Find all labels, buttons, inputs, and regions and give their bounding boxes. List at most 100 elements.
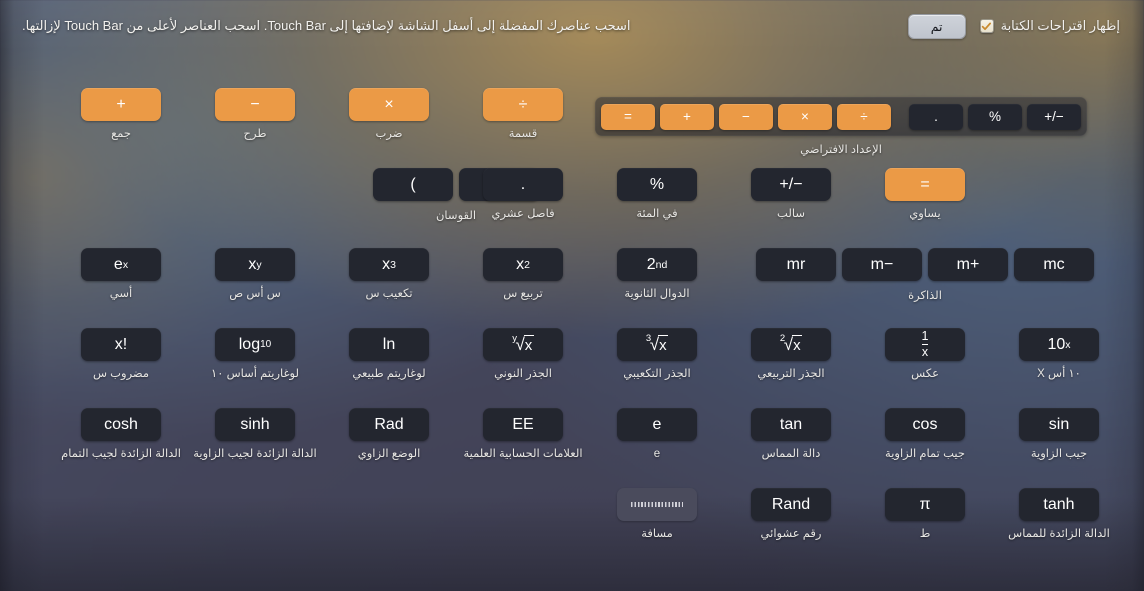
key-decimal-point[interactable]: . (483, 168, 563, 201)
radical-glyph: y √ x (512, 333, 534, 354)
key-log-base-10[interactable]: log 10 (215, 328, 295, 361)
key-e-to-the-x[interactable]: ex (81, 248, 161, 281)
key-glyph: × (801, 108, 809, 124)
touchbar-customize-window: تم إظهار اقتراحات الكتابة اسحب عناصرك ال… (0, 0, 1144, 591)
key-glyph: % (649, 175, 665, 193)
palette-cell-random: Rand رقم عشوائي (751, 488, 831, 541)
palette-cell-log-base-10: log 10 لوغاريتم أساس ١٠ (211, 328, 299, 381)
key-cosine[interactable]: cos (885, 408, 965, 441)
spacer-dots-icon (630, 502, 684, 507)
key-factorial[interactable]: x! (81, 328, 161, 361)
key-equals[interactable]: = (885, 168, 965, 201)
key-euler-number[interactable]: e (617, 408, 697, 441)
key-glyph: − (250, 95, 260, 113)
key-multiplication[interactable]: × (349, 88, 429, 121)
header-controls: تم إظهار اقتراحات الكتابة (907, 13, 1120, 39)
key-natural-log[interactable]: ln (349, 328, 429, 361)
key-pi[interactable]: π (885, 488, 965, 521)
palette-cell-label: ط (919, 528, 931, 540)
key-nth-root[interactable]: y √ x (483, 328, 563, 361)
key-cosh[interactable]: cosh (81, 408, 161, 441)
palette-cell-label: الجذر التكعيبي (623, 368, 691, 380)
palette-cell-sinh: sinh الدالة الزائدة لجيب الزاوية (193, 408, 317, 461)
palette-cell-label: الدوال الثانوية (624, 288, 690, 300)
key-division[interactable]: ÷ (483, 88, 563, 121)
key-glyph: x (248, 255, 257, 273)
typing-suggestions-checkbox[interactable]: إظهار اقتراحات الكتابة (979, 18, 1120, 34)
palette-cell-label: الجذر التربيعي (757, 368, 825, 380)
key-cluster-memory: mr m− m+ mc الذاكرة (756, 248, 1094, 302)
palette-cell-sign-toggle: +/− سالب (751, 168, 831, 221)
key-random[interactable]: Rand (751, 488, 831, 521)
key-addition[interactable]: + (81, 88, 161, 121)
key-reciprocal[interactable]: 1x (885, 328, 965, 361)
palette-cell-label: يساوي (909, 208, 941, 220)
key-glyph: cosh (104, 415, 138, 433)
key-memory-recall[interactable]: mr (756, 248, 836, 281)
touchbar-preset-label: الإعداد الافتراضي (800, 144, 882, 156)
key-memory-clear[interactable]: mc (1014, 248, 1094, 281)
key-angle-mode-rad[interactable]: Rad (349, 408, 429, 441)
key-spacer[interactable] (617, 488, 697, 521)
done-button[interactable]: تم (907, 13, 966, 39)
touchbar-key-multiply[interactable]: × (778, 103, 832, 130)
key-sinh[interactable]: sinh (215, 408, 295, 441)
key-glyph: Rad (374, 415, 404, 433)
key-tangent[interactable]: tan (751, 408, 831, 441)
radical-glyph: 3 √ x (645, 333, 669, 354)
touchbar-key-decimal-point[interactable]: . (909, 103, 963, 130)
key-glyph: . (520, 175, 526, 193)
touchbar-key-plus[interactable]: + (660, 103, 714, 130)
palette-cell-ten-to-the-x: 10 x ١٠ أس X (1019, 328, 1099, 381)
key-subtraction[interactable]: − (215, 88, 295, 121)
palette-cell-label: الدالة الزائدة للمماس (1008, 528, 1110, 540)
key-glyph: ( (410, 175, 416, 193)
palette-cell-equals: = يساوي (885, 168, 965, 221)
palette-cell-label: مسافة (641, 528, 673, 540)
key-open-paren[interactable]: ( (373, 168, 453, 201)
touchbar-key-minus[interactable]: − (719, 103, 773, 130)
key-square-root[interactable]: 2 √ x (751, 328, 831, 361)
touchbar-key-percent[interactable]: % (968, 103, 1022, 130)
key-second-functions[interactable]: 2nd (617, 248, 697, 281)
key-glyph: = (920, 175, 930, 193)
touchbar-strip[interactable]: = + − × ÷.% +/− (595, 97, 1087, 136)
palette-row: e x أسي x y س أس ص x 3 تكعيب س x 2 تربيع س 2nd الدوال… (18, 248, 1126, 328)
palette-cell-label: جيب تمام الزاوية (885, 448, 965, 460)
palette-cell-label: الدالة الزائدة لجيب الزاوية (193, 448, 317, 460)
key-ten-to-the-x[interactable]: 10 x (1019, 328, 1099, 361)
palette-cell-decimal-point: . فاصل عشري (483, 168, 563, 221)
palette-cell-addition: + جمع (81, 88, 161, 141)
key-x-to-the-y[interactable]: xy (215, 248, 295, 281)
palette-row: ()القوسان.فاصل عشري%في المئة+/−سالب=يساو… (18, 168, 1126, 248)
palette-cell-tanh: tanh الدالة الزائدة للمماس (1008, 488, 1110, 541)
key-sign-toggle[interactable]: +/− (751, 168, 831, 201)
key-x-squared[interactable]: x2 (483, 248, 563, 281)
touchbar-key-equals[interactable]: = (601, 103, 655, 130)
palette-cell-label: تربيع س (503, 288, 543, 300)
cluster-label-parentheses: القوسان (435, 210, 477, 222)
key-glyph: ÷ (860, 108, 868, 124)
key-glyph: − (742, 108, 750, 124)
key-sine[interactable]: sin (1019, 408, 1099, 441)
palette-cell-scientific-notation: EE العلامات الحسابية العلمية (463, 408, 583, 461)
key-tanh[interactable]: tanh (1019, 488, 1099, 521)
palette-cell-factorial: x! مضروب س (81, 328, 161, 381)
palette-cell-subtraction: − طرح (215, 88, 295, 141)
key-glyph: + (683, 108, 691, 124)
palette-cell-multiplication: × ضرب (349, 88, 429, 141)
key-x-cubed[interactable]: x3 (349, 248, 429, 281)
key-glyph: × (384, 95, 394, 113)
checkbox-checked-icon[interactable] (979, 19, 994, 33)
palette-cell-division: ÷ قسمة (483, 88, 563, 141)
cluster-keys: mr m− m+ mc (756, 248, 1094, 281)
key-cube-root[interactable]: 3 √ x (617, 328, 697, 361)
key-memory-add[interactable]: m+ (928, 248, 1008, 281)
touchbar-key-sign-toggle[interactable]: +/− (1027, 103, 1081, 130)
key-memory-subtract[interactable]: m− (842, 248, 922, 281)
palette-cell-label: عكس (911, 368, 939, 380)
key-scientific-notation[interactable]: EE (483, 408, 563, 441)
palette-cell-label: الوضع الزاوي (357, 448, 421, 460)
key-percent[interactable]: % (617, 168, 697, 201)
touchbar-key-divide[interactable]: ÷ (837, 103, 891, 130)
